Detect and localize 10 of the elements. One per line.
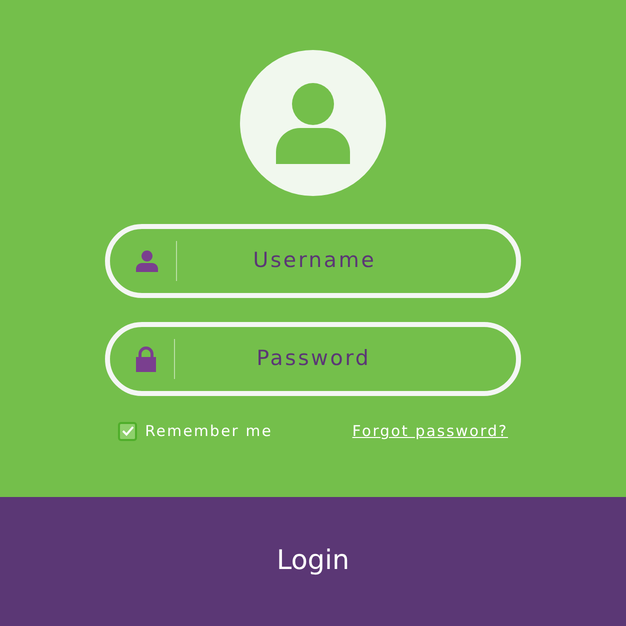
user-icon	[276, 82, 350, 164]
username-field[interactable]: Username	[105, 224, 521, 298]
password-input[interactable]: Password	[175, 342, 490, 376]
user-icon	[136, 250, 158, 272]
username-input[interactable]: Username	[177, 244, 490, 278]
remember-checkbox[interactable]	[118, 422, 137, 441]
lock-icon	[136, 346, 156, 372]
remember-label: Remember me	[145, 421, 272, 442]
password-field[interactable]: Password	[105, 322, 521, 396]
check-icon	[122, 426, 134, 436]
